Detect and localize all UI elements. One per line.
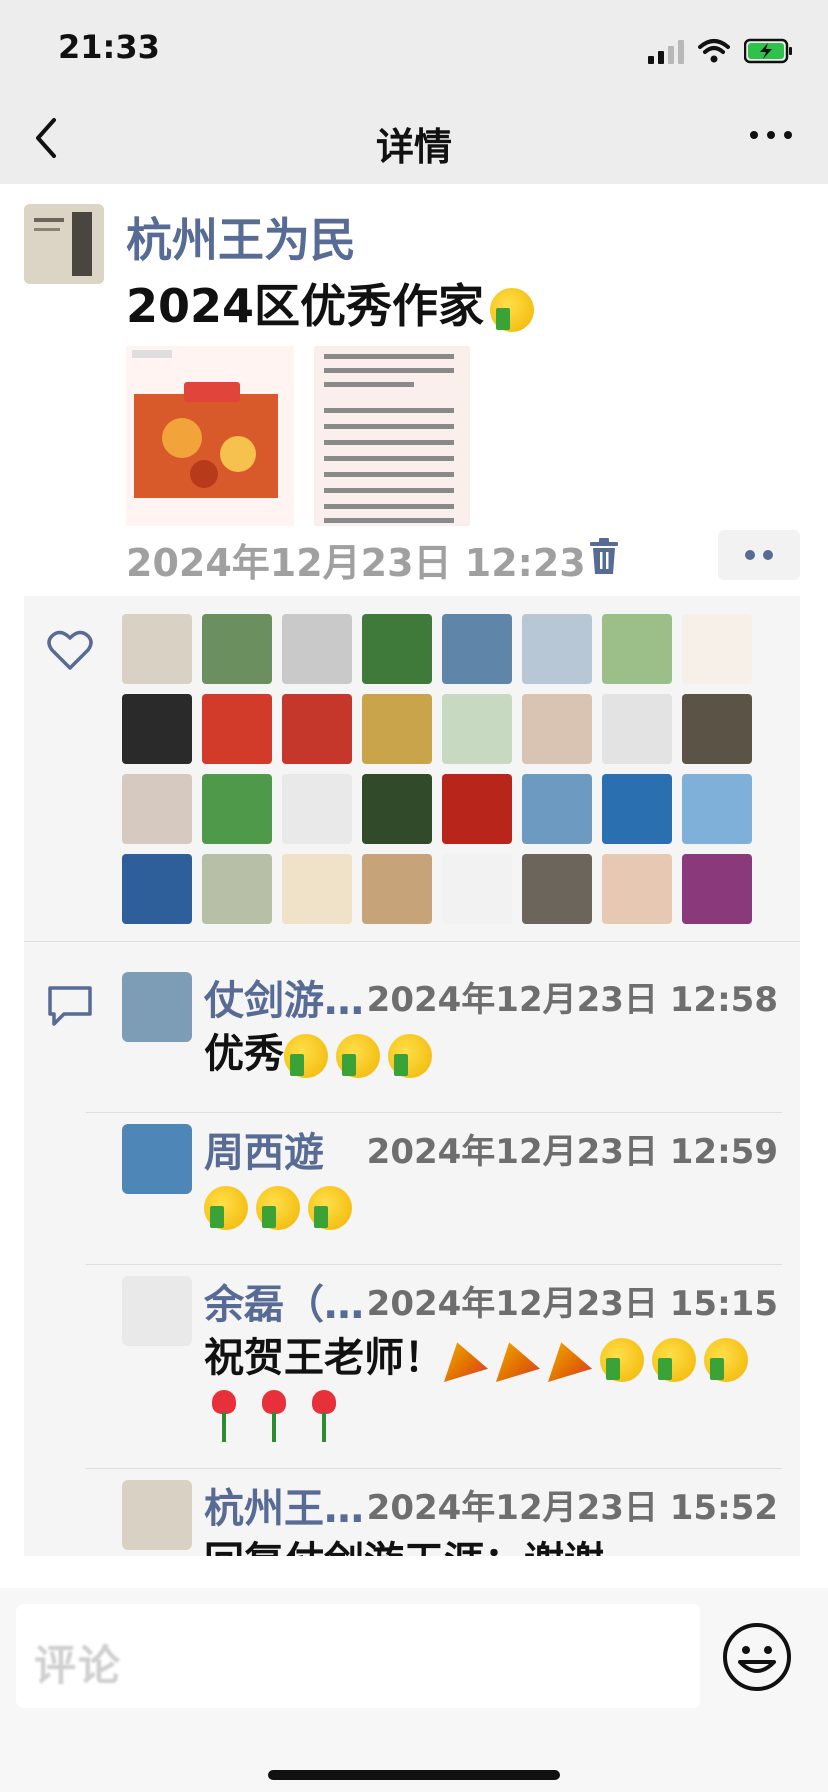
commenter-name[interactable]: 杭州王… bbox=[204, 1476, 364, 1534]
thumbs-up-emoji-icon bbox=[652, 1338, 696, 1382]
commenter-name[interactable]: 周西遊 bbox=[204, 1120, 324, 1178]
comment-input-placeholder: 评论 bbox=[34, 1641, 123, 1690]
emoji-icon[interactable] bbox=[722, 1622, 792, 1692]
party-popper-emoji-icon bbox=[444, 1342, 488, 1382]
liker-avatar[interactable] bbox=[202, 854, 272, 924]
thumbs-up-emoji-icon bbox=[336, 1034, 380, 1078]
thumbs-up-emoji-icon bbox=[388, 1034, 432, 1078]
rose-emoji-icon bbox=[304, 1390, 344, 1442]
comment-text: 祝贺王老师！ bbox=[204, 1330, 784, 1442]
navigation-bar: 详情 bbox=[0, 92, 828, 184]
liker-avatar[interactable] bbox=[362, 694, 432, 764]
comment-input-bar: 评论 bbox=[0, 1588, 828, 1792]
liker-avatar[interactable] bbox=[522, 614, 592, 684]
post-image-2[interactable] bbox=[314, 346, 470, 526]
comment-time: 2024年12月23日 12:59 bbox=[366, 1132, 778, 1172]
liker-avatar[interactable] bbox=[202, 694, 272, 764]
liker-avatar[interactable] bbox=[282, 614, 352, 684]
author-avatar[interactable] bbox=[24, 204, 104, 284]
comment-time: 2024年12月23日 15:15 bbox=[366, 1284, 778, 1324]
comments-section: 仗剑游… 2024年12月23日 12:58 优秀 周西遊 2024年12月23… bbox=[24, 941, 800, 1556]
commenter-avatar[interactable] bbox=[122, 1480, 192, 1550]
liker-avatar[interactable] bbox=[442, 774, 512, 844]
liker-avatar[interactable] bbox=[602, 614, 672, 684]
commenter-avatar[interactable] bbox=[122, 1124, 192, 1194]
liker-avatar[interactable] bbox=[122, 614, 192, 684]
page-title: 详情 bbox=[375, 125, 452, 169]
commenter-avatar[interactable] bbox=[122, 972, 192, 1042]
wifi-icon bbox=[698, 39, 730, 63]
comment-item[interactable]: 余磊（… 2024年12月23日 15:15 祝贺王老师！ bbox=[24, 1246, 800, 1450]
comment-input[interactable]: 评论 bbox=[16, 1604, 700, 1708]
liker-avatar[interactable] bbox=[522, 774, 592, 844]
status-time: 21:33 bbox=[58, 28, 160, 66]
post-image-1[interactable] bbox=[126, 346, 294, 526]
liker-avatar[interactable] bbox=[602, 774, 672, 844]
liker-avatar[interactable] bbox=[122, 694, 192, 764]
liker-avatar[interactable] bbox=[122, 854, 192, 924]
author-name[interactable]: 杭州王为民 bbox=[126, 204, 356, 270]
liker-avatar[interactable] bbox=[282, 854, 352, 924]
thumbs-up-emoji-icon bbox=[256, 1186, 300, 1230]
cellular-signal-icon bbox=[648, 40, 684, 64]
battery-charging-icon bbox=[744, 38, 792, 64]
liker-avatar-grid bbox=[122, 614, 762, 924]
liker-avatar[interactable] bbox=[362, 614, 432, 684]
liker-avatar[interactable] bbox=[682, 854, 752, 924]
party-popper-emoji-icon bbox=[496, 1342, 540, 1382]
status-bar: 21:33 bbox=[0, 0, 828, 92]
comment-time: 2024年12月23日 12:58 bbox=[366, 980, 778, 1020]
liker-avatar[interactable] bbox=[522, 854, 592, 924]
heart-icon bbox=[47, 630, 93, 670]
thumbs-up-emoji-icon bbox=[308, 1186, 352, 1230]
thumbs-up-emoji-icon bbox=[490, 287, 535, 332]
liker-avatar[interactable] bbox=[282, 694, 352, 764]
liker-avatar[interactable] bbox=[362, 854, 432, 924]
more-dots-icon[interactable] bbox=[748, 120, 794, 150]
liker-avatar[interactable] bbox=[602, 694, 672, 764]
comment-text: 优秀 bbox=[204, 1026, 784, 1082]
two-dots-icon bbox=[745, 550, 773, 560]
commenter-name[interactable]: 仗剑游… bbox=[204, 968, 364, 1026]
comment-item[interactable]: 仗剑游… 2024年12月23日 12:58 优秀 bbox=[24, 942, 800, 1112]
comment-text-content: 优秀 bbox=[204, 1031, 284, 1077]
commenter-avatar[interactable] bbox=[122, 1276, 192, 1346]
post-timestamp: 2024年12月23日 12:23 bbox=[126, 541, 586, 585]
liker-avatar[interactable] bbox=[682, 614, 752, 684]
party-popper-emoji-icon bbox=[548, 1342, 592, 1382]
post-action-button[interactable] bbox=[718, 530, 800, 580]
status-icons bbox=[648, 34, 794, 64]
liker-avatar[interactable] bbox=[522, 694, 592, 764]
liker-avatar[interactable] bbox=[442, 694, 512, 764]
liker-avatar[interactable] bbox=[442, 854, 512, 924]
thumbs-up-emoji-icon bbox=[204, 1186, 248, 1230]
post-text: 2024区优秀作家 bbox=[126, 270, 542, 336]
liker-avatar[interactable] bbox=[362, 774, 432, 844]
liker-avatar[interactable] bbox=[202, 774, 272, 844]
liker-avatar[interactable] bbox=[202, 614, 272, 684]
trash-icon[interactable] bbox=[586, 536, 622, 576]
rose-emoji-icon bbox=[204, 1390, 244, 1442]
comment-text-content: 祝贺王老师！ bbox=[204, 1335, 444, 1381]
liker-avatar[interactable] bbox=[282, 774, 352, 844]
home-indicator[interactable] bbox=[268, 1770, 560, 1780]
liker-avatar[interactable] bbox=[442, 614, 512, 684]
liker-avatar[interactable] bbox=[682, 774, 752, 844]
comment-text: 回复仗剑游天涯：谢谢 bbox=[204, 1534, 784, 1556]
comment-item[interactable]: 周西遊 2024年12月23日 12:59 bbox=[24, 1094, 800, 1246]
comment-text bbox=[204, 1178, 784, 1234]
thumbs-up-emoji-icon bbox=[600, 1338, 644, 1382]
liker-avatar[interactable] bbox=[682, 694, 752, 764]
comment-item[interactable]: 杭州王… 2024年12月23日 15:52 回复仗剑游天涯：谢谢 bbox=[24, 1450, 800, 1556]
comment-time: 2024年12月23日 15:52 bbox=[366, 1488, 778, 1528]
post-text-content: 2024区优秀作家 bbox=[126, 279, 485, 333]
liker-avatar[interactable] bbox=[122, 774, 192, 844]
rose-emoji-icon bbox=[254, 1390, 294, 1442]
thumbs-up-emoji-icon bbox=[704, 1338, 748, 1382]
thumbs-up-emoji-icon bbox=[284, 1034, 328, 1078]
commenter-name[interactable]: 余磊（… bbox=[204, 1272, 364, 1330]
liker-avatar[interactable] bbox=[602, 854, 672, 924]
likes-section bbox=[24, 596, 800, 941]
